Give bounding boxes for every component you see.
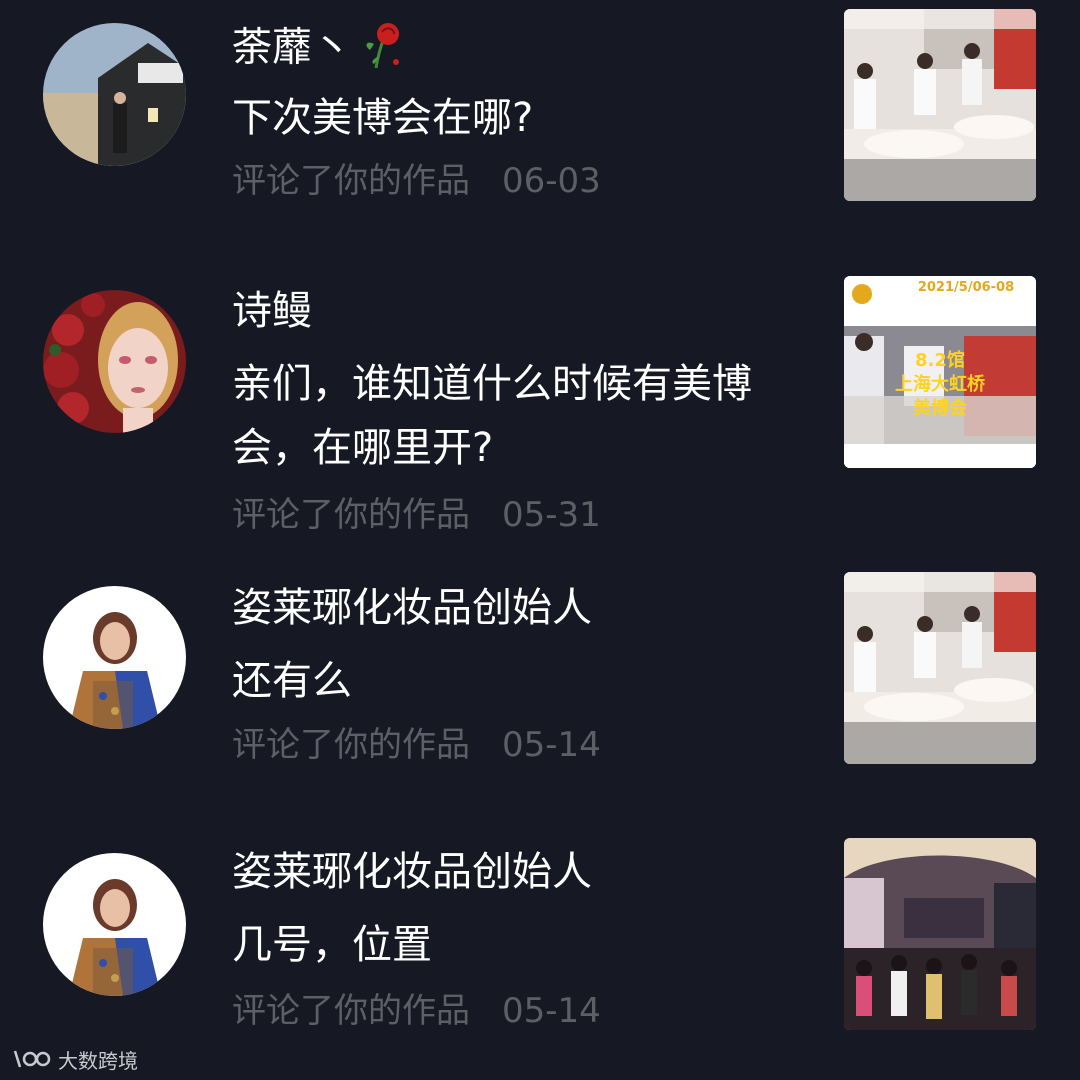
action-text: 评论了你的作品 [232, 161, 470, 201]
action-text: 评论了你的作品 [232, 725, 470, 765]
post-thumbnail[interactable] [844, 838, 1036, 1030]
avatar[interactable] [43, 853, 186, 996]
username[interactable]: 诗鳗 [232, 287, 312, 335]
thumb-venue: 上海大虹桥 [895, 374, 985, 395]
avatar[interactable] [43, 586, 186, 729]
action-text: 评论了你的作品 [232, 495, 470, 535]
action-text: 评论了你的作品 [232, 991, 470, 1031]
comment-date: 05-31 [502, 495, 601, 535]
comment-meta: 评论了你的作品 05-14 [232, 991, 601, 1031]
avatar[interactable] [43, 23, 186, 166]
brand-logo-icon [12, 1047, 52, 1071]
username[interactable]: 姿莱琊化妆品创始人 [232, 848, 592, 896]
comment-text: 几号，位置 [232, 922, 432, 968]
username[interactable]: 姿莱琊化妆品创始人 [232, 584, 592, 632]
post-thumbnail[interactable] [844, 9, 1036, 201]
post-thumbnail[interactable] [844, 572, 1036, 764]
comment-date: 05-14 [502, 991, 601, 1031]
comment-meta: 评论了你的作品 06-03 [232, 161, 601, 201]
comment-meta: 评论了你的作品 05-31 [232, 495, 601, 535]
comment-date: 05-14 [502, 725, 601, 765]
watermark: 大数跨境 [12, 1044, 138, 1074]
comment-text: 还有么 [232, 658, 352, 704]
thumb-hall: 8.2馆 [915, 350, 965, 371]
comment-text: 亲们，谁知道什么时候有美博会，在哪里开? [232, 361, 752, 471]
comment-date: 06-03 [502, 161, 601, 201]
avatar[interactable] [43, 290, 186, 433]
post-thumbnail[interactable]: 2021/5/06-08 8.2馆 上海大虹桥 美博会 [844, 276, 1036, 468]
username[interactable]: 荼蘼丶 [232, 20, 404, 79]
thumb-date: 2021/5/06-08 [917, 280, 1015, 295]
comment-text: 下次美博会在哪? [232, 95, 534, 141]
comment-meta: 评论了你的作品 05-14 [232, 725, 601, 765]
watermark-text: 大数跨境 [58, 1048, 138, 1073]
rose-icon [360, 20, 404, 79]
thumb-event: 美博会 [913, 398, 967, 419]
